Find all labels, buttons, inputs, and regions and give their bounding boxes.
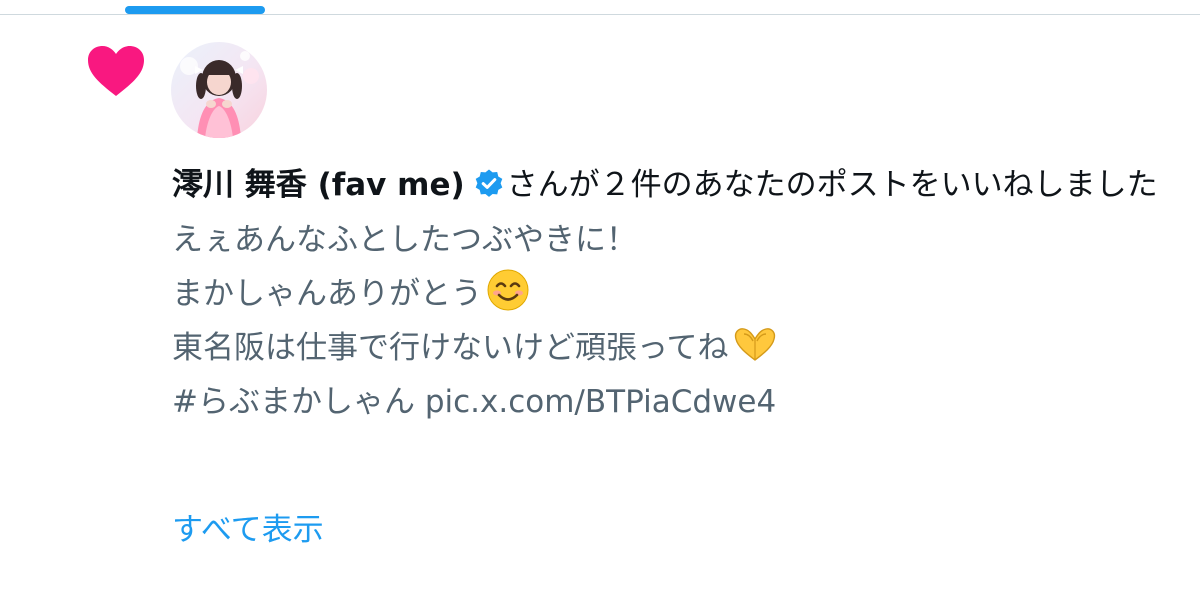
heart-hands-emoji <box>730 326 780 364</box>
verified-badge-icon <box>473 168 505 200</box>
user-display-name[interactable]: 澪川 舞香 (fav me) <box>172 167 465 203</box>
post-line: えぇあんなふとしたつぶやきに！ <box>172 222 637 258</box>
heart-icon <box>86 44 146 98</box>
notification-body: 澪川 舞香 (fav me) さんが２件のあなたのポストをいいねしました えぇあ… <box>172 158 1172 429</box>
smiling-face-emoji <box>486 268 530 312</box>
avatar[interactable] <box>171 42 267 138</box>
show-all-link[interactable]: すべて表示 <box>172 505 324 555</box>
divider <box>0 14 1200 15</box>
post-text[interactable]: えぇあんなふとしたつぶやきに！ まかしゃんありがとう 東名阪は仕事で行けないけど… <box>172 213 1172 429</box>
post-line: 東名阪は仕事で行けないけど頑張ってね <box>172 321 1172 375</box>
notification-action-text: さんが２件のあなたのポストをいいねしました <box>506 167 1158 203</box>
active-tab-indicator <box>125 6 265 14</box>
post-line: #らぶまかしゃん pic.x.com/BTPiaCdwe4 <box>172 384 777 420</box>
post-line: まかしゃんありがとう <box>172 267 1172 321</box>
notification-headline: 澪川 舞香 (fav me) さんが２件のあなたのポストをいいねしました <box>172 158 1172 213</box>
